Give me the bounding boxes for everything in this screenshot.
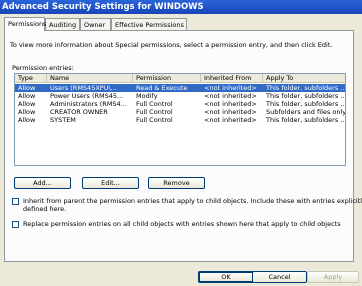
row-name: SYSTEM: [50, 116, 76, 124]
table-row[interactable]: Allow Power Users (RMS45... Modify <not …: [15, 92, 345, 100]
inherit-checkbox[interactable]: [12, 198, 19, 205]
row-name: Users (RMS45XPU\...: [50, 84, 117, 92]
ok-button[interactable]: OK: [198, 271, 254, 283]
table-row[interactable]: Allow SYSTEM Full Control <not inherited…: [15, 116, 345, 124]
column-header-inherited-from[interactable]: Inherited From: [201, 74, 263, 83]
row-name: Administrators (RMS4...: [50, 100, 127, 108]
column-header-type[interactable]: Type: [15, 74, 47, 83]
row-apply-to: This folder, subfolders ...: [266, 84, 346, 92]
apply-button[interactable]: Apply: [307, 271, 359, 283]
info-text: To view more information about Special p…: [10, 41, 333, 49]
tab-effective-permissions[interactable]: Effective Permissions: [111, 18, 187, 30]
row-type: Allow: [18, 84, 36, 92]
inherit-checkbox-label: Inherit from parent the permission entri…: [23, 197, 362, 205]
row-inherited-from: <not inherited>: [204, 108, 257, 116]
column-header-permission[interactable]: Permission: [133, 74, 201, 83]
row-permission: Full Control: [136, 100, 173, 108]
row-apply-to: This folder, subfolders ...: [266, 100, 346, 108]
column-header-name[interactable]: Name: [47, 74, 133, 83]
row-apply-to: This folder, subfolders ...: [266, 116, 346, 124]
row-inherited-from: <not inherited>: [204, 84, 257, 92]
row-apply-to: Subfolders and files only: [266, 108, 346, 116]
row-inherited-from: <not inherited>: [204, 100, 257, 108]
row-type: Allow: [18, 116, 36, 124]
row-inherited-from: <not inherited>: [204, 92, 257, 100]
table-row[interactable]: Allow CREATOR OWNER Full Control <not in…: [15, 108, 345, 116]
title-bar[interactable]: Advanced Security Settings for WINDOWS: [0, 0, 362, 14]
column-header-apply-to[interactable]: Apply To: [263, 74, 345, 83]
permission-entries-list[interactable]: Type Name Permission Inherited From Appl…: [14, 73, 346, 166]
row-inherited-from: <not inherited>: [204, 116, 257, 124]
entries-label: Permission entries:: [12, 64, 74, 72]
remove-button[interactable]: Remove: [148, 177, 205, 189]
table-row[interactable]: Allow Users (RMS45XPU\... Read & Execute…: [15, 84, 345, 92]
row-apply-to: This folder, subfolders ...: [266, 92, 346, 100]
row-type: Allow: [18, 108, 36, 116]
window-title: Advanced Security Settings for WINDOWS: [2, 2, 204, 12]
add-button[interactable]: Add...: [14, 177, 71, 189]
row-permission: Full Control: [136, 108, 173, 116]
cancel-button[interactable]: Cancel: [252, 271, 307, 283]
table-row[interactable]: Allow Administrators (RMS4... Full Contr…: [15, 100, 345, 108]
row-type: Allow: [18, 92, 36, 100]
inherit-checkbox-label-line2: defined here.: [23, 205, 67, 213]
tab-auditing[interactable]: Auditing: [45, 18, 80, 30]
edit-button[interactable]: Edit...: [82, 177, 139, 189]
replace-checkbox-label: Replace permission entries on all child …: [23, 220, 341, 228]
row-permission: Full Control: [136, 116, 173, 124]
row-name: Power Users (RMS45...: [50, 92, 124, 100]
row-name: CREATOR OWNER: [50, 108, 108, 116]
tab-permissions[interactable]: Permissions: [4, 17, 46, 31]
replace-checkbox[interactable]: [12, 221, 19, 228]
row-type: Allow: [18, 100, 36, 108]
row-permission: Modify: [136, 92, 158, 100]
row-permission: Read & Execute: [136, 84, 188, 92]
tab-owner[interactable]: Owner: [80, 18, 111, 30]
